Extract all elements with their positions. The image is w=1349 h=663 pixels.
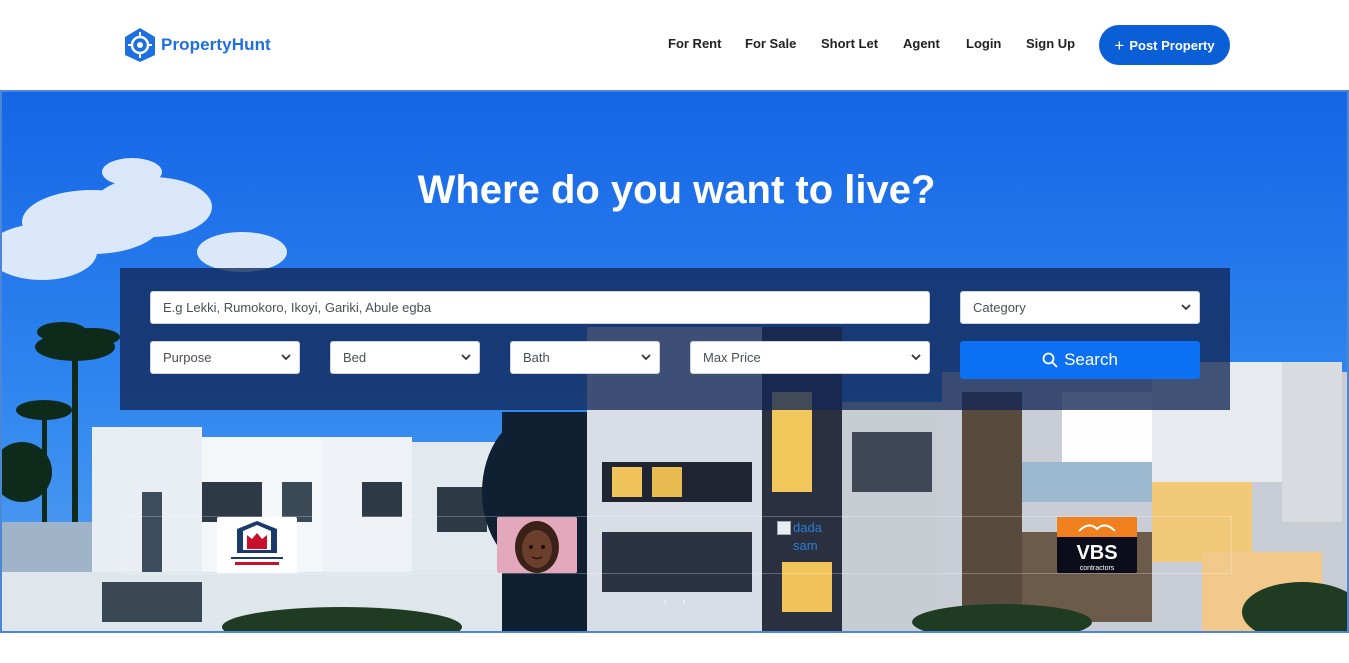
purpose-select[interactable]: Purpose xyxy=(150,341,300,374)
agent-logos-carousel: dada sam VBS contractors xyxy=(122,516,1232,574)
nav-login[interactable]: Login xyxy=(966,36,1001,51)
search-button[interactable]: Search xyxy=(960,341,1200,379)
search-panel: E.g Lekki, Rumokoro, Ikoyi, Gariki, Abul… xyxy=(120,268,1230,410)
nav-short-let[interactable]: Short Let xyxy=(821,36,878,51)
agent-broken-image[interactable]: dada sam xyxy=(777,519,847,573)
max-price-select-value: Max Price xyxy=(703,350,761,365)
navbar: PropertyHunt For Rent For Sale Short Let… xyxy=(0,0,1349,90)
nav-for-rent[interactable]: For Rent xyxy=(668,36,721,51)
category-select[interactable]: Category xyxy=(960,291,1200,324)
chevron-down-icon xyxy=(281,354,291,361)
category-select-value: Category xyxy=(973,300,1026,315)
hero-title: Where do you want to live? xyxy=(417,168,936,212)
purpose-select-value: Purpose xyxy=(163,350,212,365)
bed-select-value: Bed xyxy=(343,350,367,365)
post-property-label: Post Property xyxy=(1129,37,1215,53)
bath-select-value: Bath xyxy=(523,350,550,365)
chevron-down-icon xyxy=(911,354,921,361)
max-price-select[interactable]: Max Price xyxy=(690,341,930,374)
agent-logo-affordable[interactable] xyxy=(217,517,297,573)
agent-logo-vbs[interactable]: VBS contractors xyxy=(1057,517,1137,573)
search-icon xyxy=(1042,352,1058,368)
post-property-button[interactable]: + Post Property xyxy=(1099,25,1230,65)
nav-for-sale[interactable]: For Sale xyxy=(745,36,796,51)
nav-agent[interactable]: Agent xyxy=(903,36,940,51)
search-button-label: Search xyxy=(1064,350,1118,369)
hero-section: Where do you want to live? E.g Lekki, Ru… xyxy=(0,90,1349,633)
broken-image-alt-text: dada sam xyxy=(793,520,822,553)
chevron-down-icon xyxy=(641,354,651,361)
location-search-input[interactable]: E.g Lekki, Rumokoro, Ikoyi, Gariki, Abul… xyxy=(150,291,930,324)
chevron-down-icon xyxy=(461,354,471,361)
carousel-controls[interactable]: ‹ › xyxy=(664,596,691,607)
agent-avatar-photo[interactable] xyxy=(497,517,577,573)
agent-logo-image xyxy=(231,521,283,565)
chevron-down-icon xyxy=(1181,304,1191,311)
nav-sign-up[interactable]: Sign Up xyxy=(1026,36,1075,51)
broken-image-icon xyxy=(777,521,791,535)
vbs-logo-sub: contractors xyxy=(1080,565,1115,572)
vbs-logo-text: VBS xyxy=(1076,542,1117,564)
agent-avatar-image xyxy=(497,517,577,573)
plus-icon: + xyxy=(1114,35,1125,55)
bed-select[interactable]: Bed xyxy=(330,341,480,374)
bath-select[interactable]: Bath xyxy=(510,341,660,374)
vbs-logo-image: VBS contractors xyxy=(1057,517,1137,572)
